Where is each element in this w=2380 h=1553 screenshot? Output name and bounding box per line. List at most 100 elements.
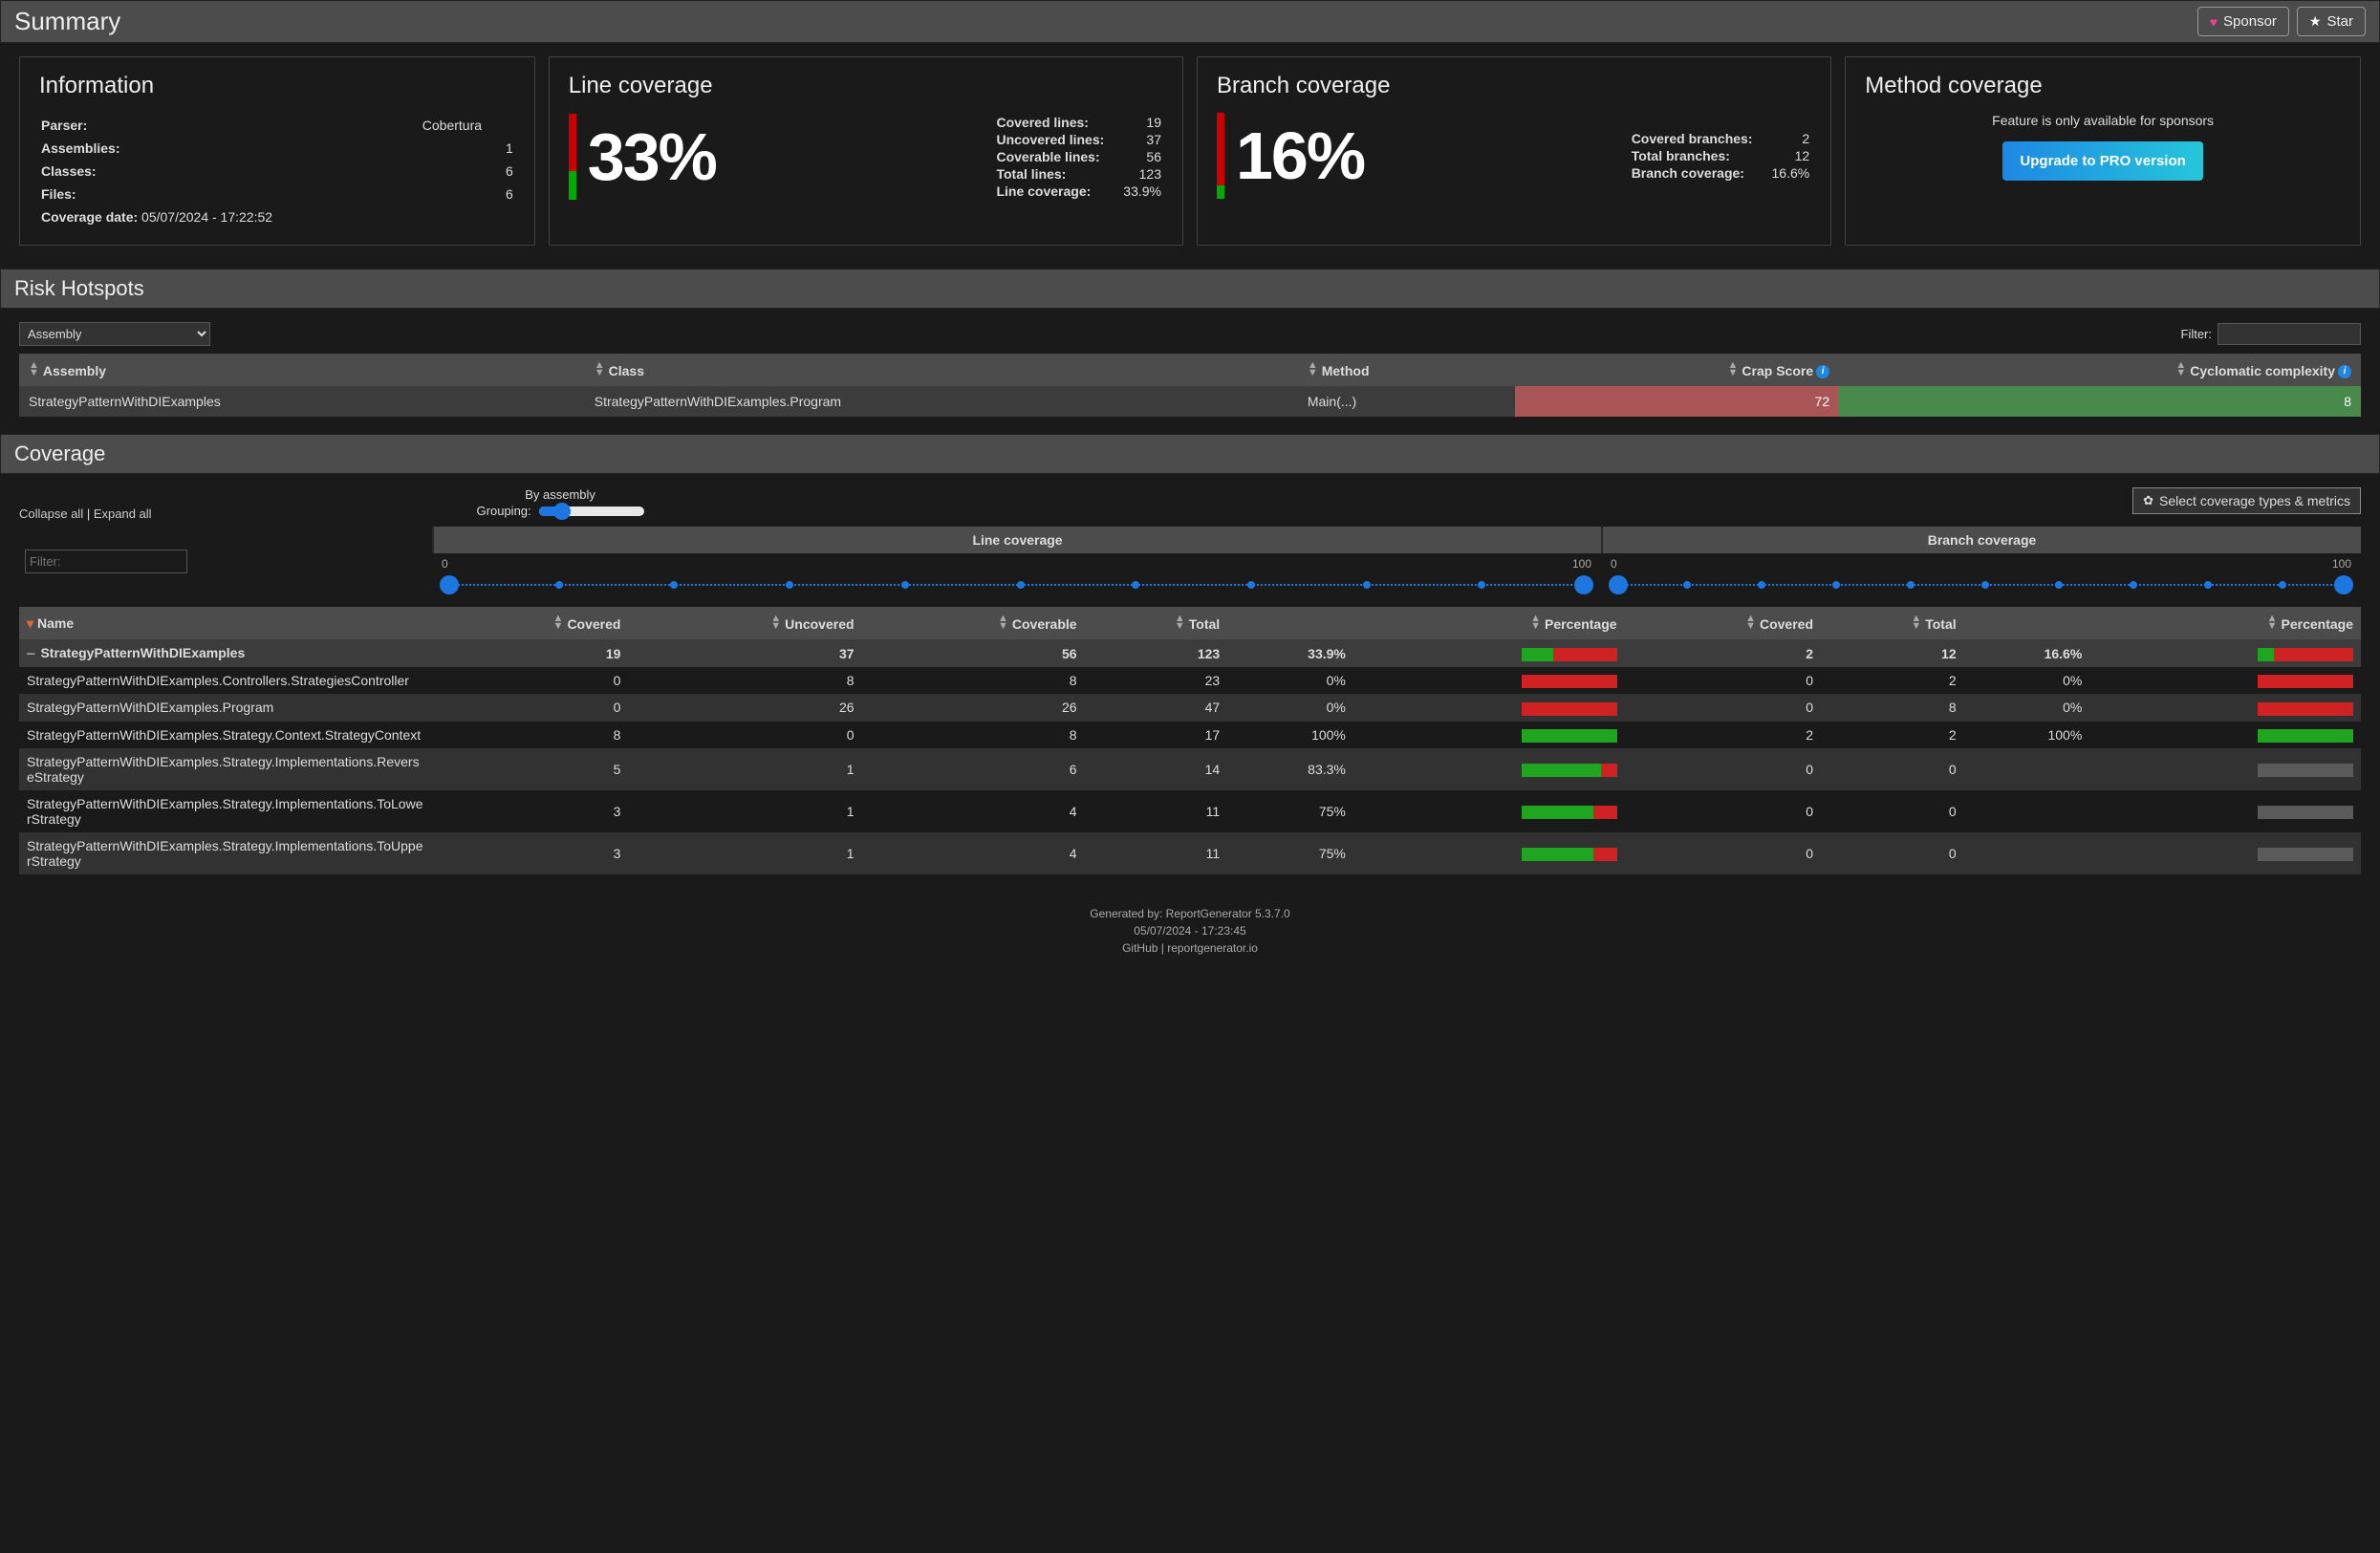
range-min: 0: [1611, 557, 1617, 571]
risk-row[interactable]: StrategyPatternWithDIExamples StrategyPa…: [19, 386, 2361, 417]
footer-links[interactable]: GitHub | reportgenerator.io: [17, 939, 2363, 957]
col-total[interactable]: ▲▼Total: [1085, 607, 1228, 639]
coverage-row[interactable]: StrategyPatternWithDIExamples.Controller…: [19, 667, 2361, 694]
branch-coverage-header: Branch coverage: [1601, 527, 2361, 553]
uncovered-lines-label: Uncovered lines:: [996, 132, 1121, 147]
collapse-all-link[interactable]: Collapse all: [19, 507, 83, 521]
parser-value: Cobertura: [422, 115, 513, 136]
sort-icon: ▲▼: [1530, 615, 1541, 630]
coverage-row[interactable]: StrategyPatternWithDIExamples.Strategy.C…: [19, 722, 2361, 748]
information-card: Information Parser:Cobertura Assemblies:…: [19, 56, 535, 246]
branch-coverage-block: Branch coverage 0 100: [1601, 527, 2361, 599]
page-title: Summary: [14, 7, 2190, 36]
parser-label: Parser:: [41, 115, 421, 136]
sort-icon: ▲▼: [2267, 615, 2278, 630]
range-min: 0: [442, 557, 448, 571]
collapse-icon[interactable]: —: [27, 646, 34, 661]
col-name[interactable]: ▾Name: [19, 607, 432, 639]
range-max: 100: [1572, 557, 1591, 571]
footer: Generated by: ReportGenerator 5.3.7.0 05…: [0, 888, 2380, 974]
method-coverage-title: Method coverage: [1865, 73, 2341, 99]
col-uncovered[interactable]: ▲▼Uncovered: [628, 607, 861, 639]
coverage-body: Collapse all | Expand all By assembly Gr…: [0, 474, 2380, 888]
classes-label: Classes:: [41, 161, 421, 182]
col-class[interactable]: ▲▼Class: [585, 354, 1298, 386]
col-crap-score[interactable]: ▲▼Crap Scorei: [1515, 354, 1839, 386]
risk-hotspots-title: Risk Hotspots: [0, 269, 2380, 309]
grouping-value-label: By assembly: [477, 487, 644, 502]
sort-icon: ▲▼: [595, 361, 605, 377]
coverage-date-value: 05/07/2024 - 17:22:52: [141, 209, 272, 225]
files-value: 6: [422, 183, 513, 205]
branch-coverage-title: Branch coverage: [1217, 73, 1811, 99]
coverage-filter-input[interactable]: [25, 550, 187, 573]
sort-icon: ▲▼: [553, 615, 564, 630]
coverage-total-row[interactable]: —StrategyPatternWithDIExamples1937561233…: [19, 639, 2361, 667]
branch-coverage-card: Branch coverage 16% Covered branches:2 T…: [1197, 56, 1831, 246]
total-branches-label: Total branches:: [1632, 148, 1770, 163]
sponsor-feature-text: Feature is only available for sponsors: [1865, 113, 2341, 128]
info-icon[interactable]: i: [1816, 365, 1829, 378]
col-branch-covered[interactable]: ▲▼Covered: [1625, 607, 1821, 639]
col-method[interactable]: ▲▼Method: [1298, 354, 1515, 386]
col-cyclomatic[interactable]: ▲▼Cyclomatic complexityi: [1839, 354, 2361, 386]
grouping-label: Grouping:: [477, 504, 531, 518]
sort-icon: ▲▼: [1175, 615, 1185, 630]
risk-filter-input[interactable]: [2218, 323, 2361, 345]
upgrade-pro-button[interactable]: Upgrade to PRO version: [2002, 141, 2202, 181]
sort-icon: ▲▼: [1728, 361, 1739, 377]
coverable-lines-label: Coverable lines:: [996, 149, 1121, 164]
total-branches-value: 12: [1772, 148, 1810, 163]
gear-icon: ✿: [2143, 493, 2153, 508]
footer-generated: Generated by: ReportGenerator 5.3.7.0: [17, 905, 2363, 922]
risk-table: ▲▼Assembly ▲▼Class ▲▼Method ▲▼Crap Score…: [19, 354, 2361, 417]
col-coverable[interactable]: ▲▼Coverable: [862, 607, 1085, 639]
collapse-expand-links: Collapse all | Expand all: [19, 487, 152, 521]
summary-header: Summary ♥ Sponsor ★ Star: [0, 0, 2380, 43]
line-coverage-percent: 33%: [588, 119, 716, 195]
information-table: Parser:Cobertura Assemblies:1 Classes:6 …: [39, 113, 515, 229]
line-coverage-title: Line coverage: [569, 73, 1163, 99]
col-percentage[interactable]: ▲▼Percentage: [1227, 607, 1624, 639]
col-covered[interactable]: ▲▼Covered: [432, 607, 628, 639]
line-range-slider[interactable]: [440, 571, 1593, 599]
info-icon[interactable]: i: [2338, 365, 2351, 378]
covered-lines-value: 19: [1123, 115, 1161, 130]
risk-cc: 8: [1839, 386, 2361, 417]
col-assembly[interactable]: ▲▼Assembly: [19, 354, 585, 386]
coverage-title: Coverage: [0, 434, 2380, 474]
covered-lines-label: Covered lines:: [996, 115, 1121, 130]
risk-method: Main(...): [1298, 386, 1515, 417]
summary-cards: Information Parser:Cobertura Assemblies:…: [0, 43, 2380, 265]
covered-branches-value: 2: [1772, 131, 1810, 146]
star-icon: ★: [2309, 13, 2322, 30]
select-metrics-button[interactable]: ✿ Select coverage types & metrics: [2132, 487, 2361, 514]
star-button[interactable]: ★ Star: [2297, 7, 2366, 36]
coverable-lines-value: 56: [1123, 149, 1161, 164]
total-lines-value: 123: [1123, 166, 1161, 182]
risk-class: StrategyPatternWithDIExamples.Program: [585, 386, 1298, 417]
sponsor-label: Sponsor: [2223, 13, 2277, 30]
assembly-select[interactable]: Assembly: [19, 322, 210, 346]
sponsor-button[interactable]: ♥ Sponsor: [2197, 7, 2289, 36]
coverage-row[interactable]: StrategyPatternWithDIExamples.Strategy.I…: [19, 790, 2361, 832]
coverage-row[interactable]: StrategyPatternWithDIExamples.Strategy.I…: [19, 832, 2361, 874]
sort-icon: ▲▼: [1911, 615, 1921, 630]
files-label: Files:: [41, 183, 421, 205]
footer-date: 05/07/2024 - 17:23:45: [17, 922, 2363, 939]
line-coverage-card: Line coverage 33% Covered lines:19 Uncov…: [549, 56, 1183, 246]
sort-icon: ▲▼: [770, 615, 781, 630]
assemblies-value: 1: [422, 138, 513, 159]
col-branch-percentage[interactable]: ▲▼Percentage: [1964, 607, 2361, 639]
coverage-row[interactable]: StrategyPatternWithDIExamples.Strategy.I…: [19, 748, 2361, 790]
covered-branches-label: Covered branches:: [1632, 131, 1770, 146]
coverage-row[interactable]: StrategyPatternWithDIExamples.Program026…: [19, 694, 2361, 721]
branch-range-slider[interactable]: [1609, 571, 2353, 599]
heart-icon: ♥: [2210, 14, 2218, 30]
grouping-slider[interactable]: [539, 507, 644, 516]
risk-assembly: StrategyPatternWithDIExamples: [19, 386, 585, 417]
sort-icon: ▲▼: [29, 361, 39, 377]
col-branch-total[interactable]: ▲▼Total: [1821, 607, 1964, 639]
coverage-table: ▾Name ▲▼Covered ▲▼Uncovered ▲▼Coverable …: [19, 607, 2361, 874]
expand-all-link[interactable]: Expand all: [94, 507, 152, 521]
